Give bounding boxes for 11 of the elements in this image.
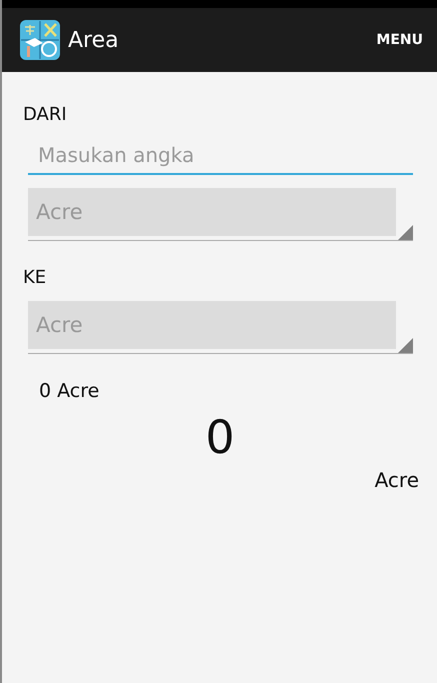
to-unit-dropdown[interactable]: Acre xyxy=(28,301,413,354)
app-title: Area xyxy=(68,28,120,52)
from-unit-dropdown[interactable]: Acre xyxy=(28,188,413,241)
result-unit: Acre xyxy=(374,468,419,492)
to-label: KE xyxy=(23,267,46,288)
menu-button[interactable]: MENU xyxy=(376,28,423,52)
number-input-field[interactable]: Masukan angka xyxy=(28,137,413,175)
result-summary: 0 Acre xyxy=(39,380,100,402)
from-label: DARI xyxy=(23,104,67,125)
app-icon xyxy=(19,19,61,61)
result-value: 0 xyxy=(205,410,235,464)
